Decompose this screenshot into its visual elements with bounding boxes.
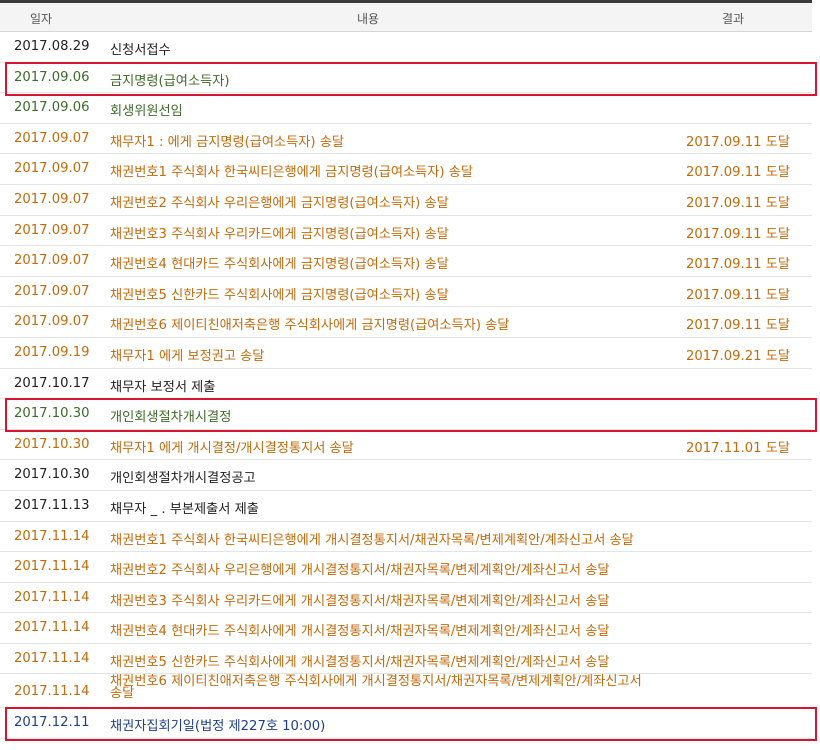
row-date: 2017.11.14 [14, 650, 90, 666]
table-row: 2017.11.14 채권번호5 신한카드 주식회사에게 개시결정통지서/채권자목… [0, 644, 812, 675]
row-date: 2017.08.29 [14, 39, 90, 54]
row-date: 2017.11.14 [14, 620, 90, 636]
table-body: 2017.08.29 신청서접수 2017.09.06 금지명령(급여소득자) 2017… [0, 32, 812, 740]
row-content: 채권자집회기일(법정 제227호 10:00) [110, 719, 326, 735]
row-content: 채권번호4 현대카드 주식회사에게 개시결정통지서/채권자목록/변제계획안/계좌… [110, 624, 610, 640]
row-content: 채권번호6 제이티친애저축은행 주식회사에게 금지명령(급여소득자) 송달 [110, 318, 510, 334]
row-content: 채권번호2 주식회사 우리은행에게 금지명령(급여소득자) 송달 [110, 195, 449, 211]
table-row: 2017.11.13 채무자 _ . 부본제출서 제출 [0, 491, 812, 522]
row-result: 2017.09.11 도달 [686, 134, 790, 150]
row-date: 2017.10.30 [14, 436, 90, 452]
table-row: 2017.11.14 채권번호3 주식회사 우리카드에게 개시결정통지서/채권자목… [0, 583, 812, 614]
row-content: 개인회생절차개시결정공고 [110, 471, 256, 487]
row-date: 2017.11.14 [14, 684, 90, 700]
row-result: 2017.09.11 도달 [686, 257, 790, 273]
row-content: 채권번호4 현대카드 주식회사에게 금지명령(급여소득자) 송달 [110, 257, 449, 273]
row-content: 채권번호1 주식회사 한국씨티은행에게 금지명령(급여소득자) 송달 [110, 165, 474, 181]
table-row: 2017.09.07 채권번호3 주식회사 우리카드에게 금지명령(급여소득자) … [0, 216, 812, 247]
row-date: 2017.09.06 [14, 100, 90, 116]
row-result: 2017.09.11 도달 [686, 165, 790, 181]
case-history-panel: 일자 내용 결과 2017.08.29 신청서접수 2017.09.06 금지명령(급… [0, 0, 820, 750]
table-row: 2017.09.19 채무자1 에게 보정권고 송달 2017.09.21 도달 [0, 338, 812, 369]
row-content: 채무자1 에게 보정권고 송달 [110, 348, 265, 364]
row-date: 2017.09.07 [14, 283, 90, 299]
header-date: 일자 [30, 12, 53, 26]
row-date: 2017.12.11 [14, 715, 90, 731]
row-date: 2017.09.07 [14, 253, 90, 269]
row-date: 2017.10.30 [14, 406, 90, 422]
table-header: 일자 내용 결과 [0, 3, 812, 32]
table-row: 2017.11.14 채권번호6 제이티친애저축은행 주식회사에게 개시결정통지서… [0, 674, 812, 709]
row-content: 채무자1 에게 개시결정/개시결정통지서 송달 [110, 440, 354, 456]
table-row: 2017.09.07 채권번호2 주식회사 우리은행에게 금지명령(급여소득자) … [0, 185, 812, 216]
row-content: 개인회생절차개시결정 [110, 410, 232, 426]
table-row: 2017.09.07 채권번호6 제이티친애저축은행 주식회사에게 금지명령(급여… [0, 307, 812, 338]
header-content: 내용 [357, 12, 380, 26]
row-result: 2017.11.01 도달 [686, 440, 790, 456]
row-date: 2017.11.14 [14, 589, 90, 605]
table-row: 2017.09.07 채권번호5 신한카드 주식회사에게 금지명령(급여소득자) … [0, 277, 812, 308]
table-row: 2017.10.30 개인회생절차개시결정 [0, 399, 812, 430]
row-date: 2017.10.17 [14, 375, 90, 391]
row-content: 채권번호3 주식회사 우리카드에게 금지명령(급여소득자) 송달 [110, 226, 449, 242]
table-row: 2017.11.14 채권번호2 주식회사 우리은행에게 개시결정통지서/채권자목… [0, 552, 812, 583]
table-row: 2017.08.29 신청서접수 [0, 32, 812, 63]
row-content: 회생위원선임 [110, 104, 183, 120]
header-result: 결과 [722, 12, 745, 26]
row-content: 채권번호2 주식회사 우리은행에게 개시결정통지서/채권자목록/변제계획안/계좌… [110, 563, 610, 579]
table-row: 2017.09.07 채권번호4 현대카드 주식회사에게 금지명령(급여소득자) … [0, 246, 812, 277]
row-date: 2017.09.07 [14, 314, 90, 330]
table-row: 2017.11.14 채권번호1 주식회사 한국씨티은행에게 개시결정통지서/채권… [0, 522, 812, 553]
table-row: 2017.09.06 금지명령(급여소득자) [0, 63, 812, 94]
table-row: 2017.10.30 채무자1 에게 개시결정/개시결정통지서 송달 2017.11… [0, 430, 812, 461]
row-date: 2017.09.07 [14, 222, 90, 238]
row-content: 채무자 _ . 부본제출서 제출 [110, 501, 259, 517]
row-content: 채권번호5 신한카드 주식회사에게 금지명령(급여소득자) 송달 [110, 287, 449, 303]
row-date: 2017.09.19 [14, 344, 90, 360]
row-date: 2017.09.06 [14, 69, 90, 85]
row-content: 신청서접수 [110, 43, 171, 58]
row-date: 2017.11.14 [14, 528, 90, 544]
row-content: 금지명령(급여소득자) [110, 73, 230, 89]
row-content: 채권번호5 신한카드 주식회사에게 개시결정통지서/채권자목록/변제계획안/계좌… [110, 654, 610, 670]
row-content: 채무자1 : 에게 금지명령(급여소득자) 송달 [110, 134, 345, 150]
row-date: 2017.09.07 [14, 130, 90, 146]
row-content: 채권번호3 주식회사 우리카드에게 개시결정통지서/채권자목록/변제계획안/계좌… [110, 593, 610, 609]
row-result: 2017.09.11 도달 [686, 318, 790, 334]
row-result: 2017.09.11 도달 [686, 226, 790, 242]
table-row: 2017.11.14 채권번호4 현대카드 주식회사에게 개시결정통지서/채권자목… [0, 613, 812, 644]
table-row: 2017.12.11 채권자집회기일(법정 제227호 10:00) [0, 708, 812, 740]
row-date: 2017.10.30 [14, 467, 90, 483]
row-date: 2017.09.07 [14, 161, 90, 177]
table-row: 2017.09.07 채권번호1 주식회사 한국씨티은행에게 금지명령(급여소득자… [0, 154, 812, 185]
table-row: 2017.10.30 개인회생절차개시결정공고 [0, 460, 812, 491]
row-content: 채권번호1 주식회사 한국씨티은행에게 개시결정통지서/채권자목록/변제계획안/… [110, 532, 634, 548]
row-result: 2017.09.21 도달 [686, 348, 790, 364]
table-row: 2017.09.07 채무자1 : 에게 금지명령(급여소득자) 송달 2017.0… [0, 124, 812, 155]
row-date: 2017.09.07 [14, 191, 90, 207]
row-date: 2017.11.13 [14, 497, 90, 513]
row-result: 2017.09.11 도달 [686, 195, 790, 211]
row-date: 2017.11.14 [14, 559, 90, 575]
row-result: 2017.09.11 도달 [686, 287, 790, 303]
table-row: 2017.10.17 채무자 보정서 제출 [0, 369, 812, 400]
row-content: 채권번호6 제이티친애저축은행 주식회사에게 개시결정통지서/채권자목록/변제계… [110, 674, 642, 702]
row-content: 채무자 보정서 제출 [110, 379, 216, 395]
table-row: 2017.09.06 회생위원선임 [0, 93, 812, 124]
